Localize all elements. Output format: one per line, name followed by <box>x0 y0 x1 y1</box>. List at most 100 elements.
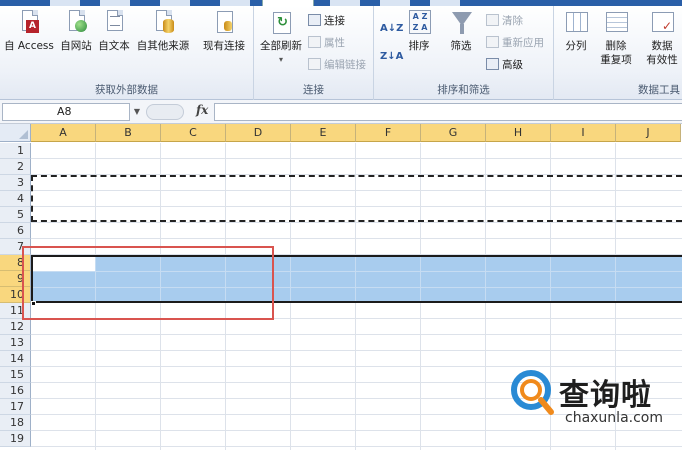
group-label-sort-filter: 排序和筛选 <box>437 84 490 96</box>
clear-button[interactable]: 清除 <box>486 12 523 30</box>
sort-label: 排序 <box>408 40 430 52</box>
web-icon <box>64 10 88 36</box>
reapply-button[interactable]: 重新应用 <box>486 34 544 52</box>
group-sort-filter: A↓Z Z↓A A ZZ A 排序 筛选 清除 重新应用 高级 排序和筛选 <box>374 6 554 100</box>
from-web-button[interactable]: 自网站 <box>58 10 94 53</box>
ribbon: A 自 Access 自网站 自文本 自其他来源 现有连接 获取外部数据 全部刷… <box>0 6 682 100</box>
column-header[interactable]: B <box>96 124 161 142</box>
column-header[interactable]: G <box>421 124 486 142</box>
row-header[interactable]: 5 <box>0 207 31 223</box>
group-label-connections: 连接 <box>303 84 324 96</box>
row-header[interactable]: 16 <box>0 383 31 399</box>
advanced-filter-icon <box>486 58 499 70</box>
chevron-down-icon[interactable]: ▼ <box>131 103 143 121</box>
from-other-sources-button[interactable]: 自其他来源 <box>134 10 192 53</box>
watermark-title: 查询啦 <box>559 378 652 413</box>
existing-connections-label: 现有连接 <box>203 40 245 52</box>
data-validation-icon <box>650 10 674 36</box>
edit-links-button[interactable]: 编辑链接 <box>308 56 366 74</box>
reapply-icon <box>486 36 499 48</box>
column-header[interactable]: A <box>31 124 96 142</box>
grid-line <box>355 257 356 301</box>
advanced-filter-button[interactable]: 高级 <box>486 56 523 74</box>
filter-label: 筛选 <box>450 40 472 52</box>
sort-ascending-label: A↓Z <box>380 23 404 34</box>
sort-descending-button[interactable]: Z↓A <box>380 48 403 66</box>
formula-bar: A8 ▼ fx <box>0 100 682 124</box>
column-header[interactable]: J <box>616 124 681 142</box>
properties-button[interactable]: 属性 <box>308 34 345 52</box>
insert-function-icon[interactable]: fx <box>196 103 208 117</box>
row-header[interactable]: 3 <box>0 175 31 191</box>
remove-duplicates-label-1: 删除 <box>605 40 627 52</box>
row-header[interactable]: 2 <box>0 159 31 175</box>
name-box[interactable]: A8 <box>2 103 130 121</box>
from-text-label: 自文本 <box>98 40 130 52</box>
annotation-highlight-box <box>22 246 274 320</box>
watermark-url: chaxunla.com <box>565 410 663 426</box>
select-all-corner[interactable] <box>0 124 31 142</box>
access-icon: A <box>17 10 41 36</box>
remove-duplicates-icon <box>604 10 628 36</box>
row-header[interactable]: 4 <box>0 191 31 207</box>
connections-button[interactable]: 连接 <box>308 12 345 30</box>
search-icon <box>511 370 554 415</box>
remove-duplicates-button[interactable]: 删除 重复项 <box>596 10 636 67</box>
row-header[interactable]: 13 <box>0 335 31 351</box>
formula-controls <box>146 104 184 120</box>
database-icon <box>151 10 175 36</box>
column-header[interactable]: C <box>161 124 226 142</box>
sort-ascending-button[interactable]: A↓Z <box>380 20 403 38</box>
column-header[interactable]: H <box>486 124 551 142</box>
edit-links-label: 编辑链接 <box>324 59 366 71</box>
reapply-label: 重新应用 <box>502 37 544 49</box>
from-access-label: 自 Access <box>4 40 54 52</box>
data-validation-label-2: 有效性 <box>646 54 678 66</box>
refresh-all-button[interactable]: 全部刷新 ▾ <box>258 10 304 67</box>
data-validation-button[interactable]: 数据 有效性 <box>640 10 682 67</box>
row-header[interactable]: 19 <box>0 431 31 447</box>
clear-label: 清除 <box>502 15 523 27</box>
connections-label: 连接 <box>324 15 345 27</box>
data-validation-label-1: 数据 <box>651 40 673 52</box>
columns-icon <box>564 10 588 36</box>
column-header[interactable]: I <box>551 124 616 142</box>
filter-button[interactable]: 筛选 <box>446 10 476 53</box>
from-access-button[interactable]: A 自 Access <box>2 10 56 53</box>
grid-line <box>485 257 486 301</box>
column-header[interactable]: E <box>291 124 356 142</box>
row-header[interactable]: 17 <box>0 399 31 415</box>
watermark: 查询啦 chaxunla.com <box>505 368 682 438</box>
grid-line <box>615 257 616 301</box>
text-to-columns-button[interactable]: 分列 <box>560 10 592 53</box>
connections-icon <box>308 14 321 26</box>
group-connections: 全部刷新 ▾ 连接 属性 编辑链接 连接 <box>254 6 374 100</box>
row-header[interactable]: 15 <box>0 367 31 383</box>
from-other-sources-label: 自其他来源 <box>136 40 190 52</box>
copy-marquee <box>31 175 682 222</box>
existing-connections-icon <box>212 10 236 36</box>
row-header[interactable]: 1 <box>0 143 31 159</box>
refresh-icon <box>269 10 293 36</box>
from-web-label: 自网站 <box>60 40 92 52</box>
sort-button[interactable]: A ZZ A 排序 <box>404 10 434 53</box>
edit-links-icon <box>308 58 321 70</box>
grid-line <box>290 257 291 301</box>
text-to-columns-label: 分列 <box>565 40 587 52</box>
group-label-data-tools: 数据工具 <box>638 84 680 96</box>
row-header[interactable]: 12 <box>0 319 31 335</box>
column-header[interactable]: D <box>226 124 291 142</box>
group-label-external-data: 获取外部数据 <box>95 84 158 96</box>
column-header[interactable]: F <box>356 124 421 142</box>
properties-label: 属性 <box>324 37 345 49</box>
properties-icon <box>308 36 321 48</box>
sort-descending-label: Z↓A <box>380 51 404 62</box>
row-header[interactable]: 14 <box>0 351 31 367</box>
row-header[interactable]: 6 <box>0 223 31 239</box>
chevron-down-icon: ▾ <box>278 55 283 64</box>
from-text-button[interactable]: 自文本 <box>96 10 132 53</box>
existing-connections-button[interactable]: 现有连接 <box>198 10 250 53</box>
refresh-all-label: 全部刷新 <box>260 40 302 52</box>
row-header[interactable]: 18 <box>0 415 31 431</box>
formula-input[interactable] <box>214 103 682 121</box>
